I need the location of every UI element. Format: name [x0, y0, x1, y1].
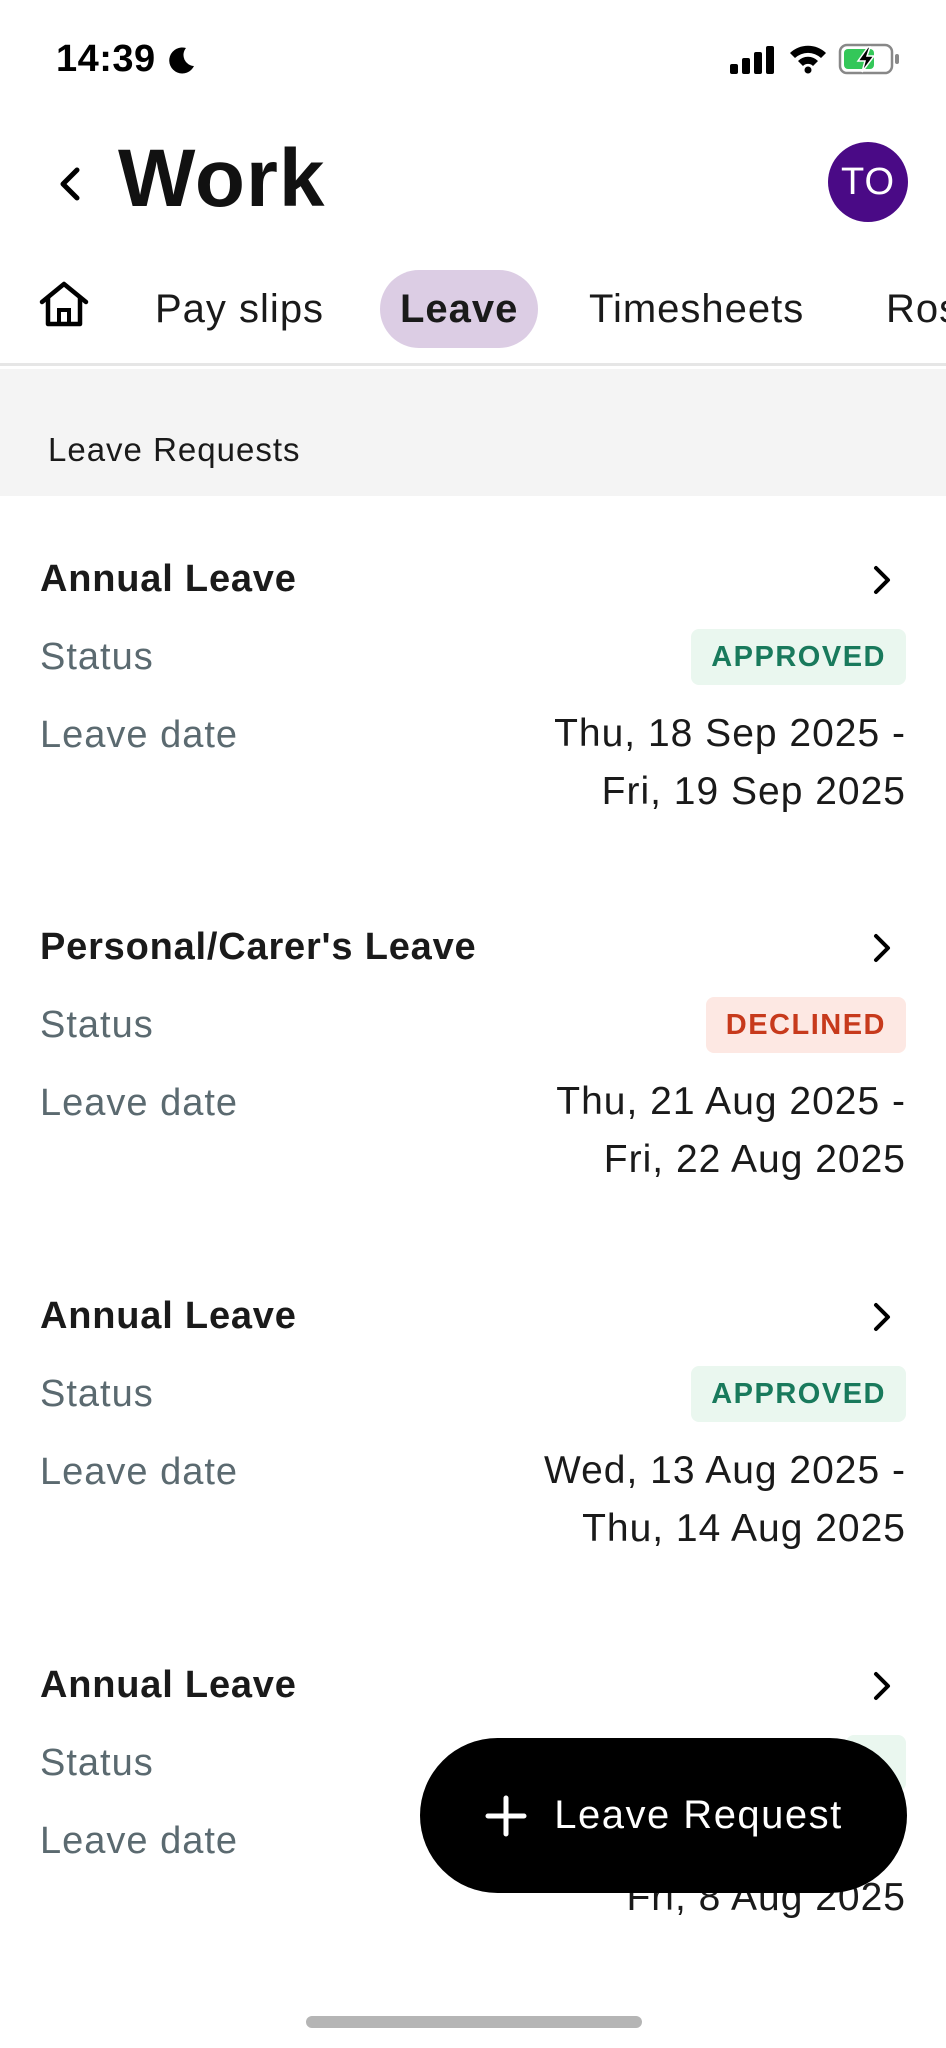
leave-date-end: Thu, 14 Aug 2025	[582, 1507, 906, 1550]
leave-request-card[interactable]: Annual Leave Status APPROVED Leave date …	[0, 1237, 946, 1605]
leave-request-card[interactable]: Personal/Carer's Leave Status DECLINED L…	[0, 868, 946, 1236]
chevron-right-icon	[874, 1672, 890, 1700]
new-leave-request-button[interactable]: Leave Request	[420, 1738, 907, 1893]
plus-icon	[485, 1795, 527, 1836]
leave-date-end: Fri, 22 Aug 2025	[603, 1138, 906, 1181]
wifi-icon	[790, 45, 826, 74]
leave-type: Personal/Carer's Leave	[40, 926, 477, 968]
tab-home[interactable]	[36, 276, 92, 332]
home-indicator[interactable]	[306, 2016, 642, 2028]
status-label: Status	[40, 1742, 154, 1784]
status-label: Status	[40, 1373, 154, 1415]
back-button[interactable]	[44, 158, 96, 210]
leave-type: Annual Leave	[40, 1295, 297, 1337]
leave-request-card[interactable]: Annual Leave Status APPROVED Leave date …	[0, 500, 946, 868]
leave-date-label: Leave date	[40, 714, 239, 756]
tab-timesheets[interactable]: Timesheets	[589, 270, 804, 348]
status-badge: APPROVED	[691, 629, 906, 685]
leave-date-label: Leave date	[40, 1082, 239, 1124]
tab-pay-slips[interactable]: Pay slips	[155, 270, 324, 348]
chevron-left-icon	[60, 167, 80, 201]
page-title: Work	[118, 133, 326, 224]
chevron-right-icon	[874, 566, 890, 594]
leave-date-label: Leave date	[40, 1451, 239, 1493]
status-label: Status	[40, 1004, 154, 1046]
chevron-right-icon	[874, 934, 890, 962]
fab-label: Leave Request	[554, 1793, 843, 1837]
leave-date-label: Leave date	[40, 1820, 239, 1862]
leave-date-start: Thu, 21 Aug 2025 -	[556, 1080, 906, 1123]
battery-charging-icon	[838, 43, 899, 75]
cellular-signal-icon	[730, 46, 774, 74]
app-header: Work TO	[0, 120, 946, 240]
status-badge: DECLINED	[705, 997, 906, 1053]
status-badge: APPROVED	[691, 1366, 906, 1422]
leave-date-end: Fri, 19 Sep 2025	[601, 770, 906, 813]
leave-type: Annual Leave	[40, 1664, 297, 1706]
leave-type: Annual Leave	[40, 558, 297, 600]
status-bar: 14:39	[0, 0, 946, 120]
chevron-right-icon	[874, 1303, 890, 1331]
moon-icon	[169, 47, 194, 74]
status-label: Status	[40, 636, 154, 678]
tab-leave[interactable]: Leave	[380, 270, 539, 348]
tab-bar: Pay slips Leave Timesheets Ros	[0, 262, 946, 366]
section-header: Leave Requests	[0, 369, 946, 496]
status-time: 14:39	[56, 38, 156, 80]
section-title: Leave Requests	[48, 431, 301, 468]
home-icon	[39, 281, 89, 327]
tab-rosters[interactable]: Ros	[886, 270, 946, 348]
leave-date-start: Thu, 18 Sep 2025 -	[554, 712, 906, 755]
avatar[interactable]: TO	[828, 142, 908, 222]
leave-date-start: Wed, 13 Aug 2025 -	[543, 1449, 906, 1492]
